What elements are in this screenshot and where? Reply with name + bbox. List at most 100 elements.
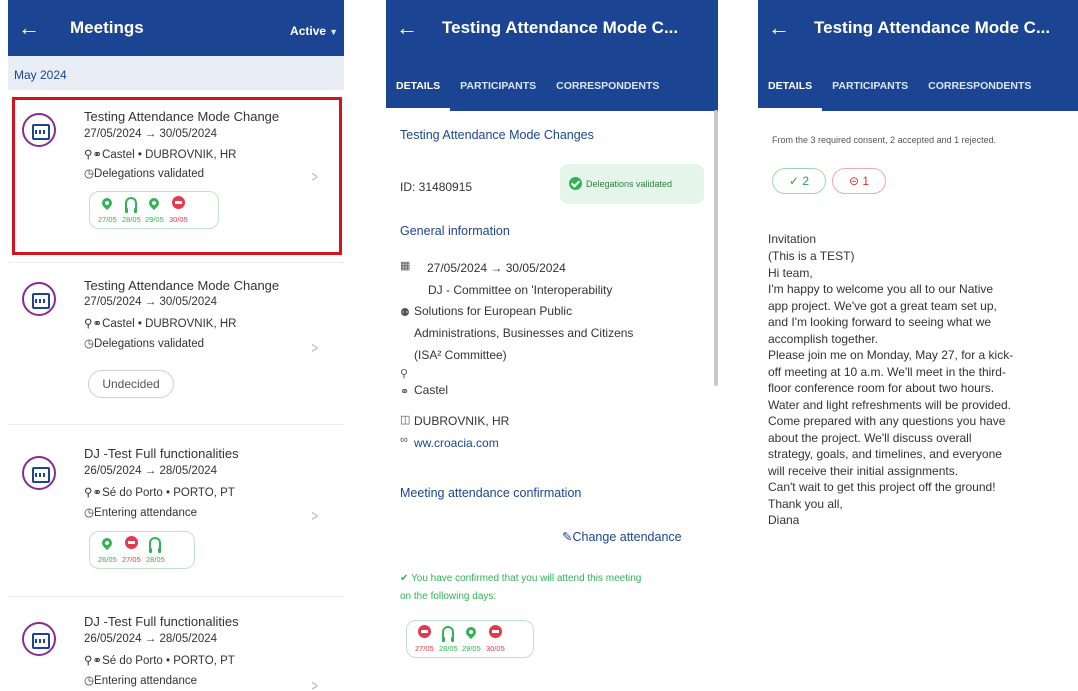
attendance-heading: Meeting attendance confirmation xyxy=(400,486,582,500)
headphones-icon: ⚭ xyxy=(400,386,410,398)
meeting-dates: 26/05/2024 → 28/05/2024 xyxy=(84,633,218,645)
meeting-location: ⚲⚭Castel • DUBROVNIK, HR xyxy=(84,318,237,330)
status-badge: Delegations validated xyxy=(560,164,704,204)
meeting-location: ⚲⚭Sé do Porto • PORTO, PT xyxy=(84,655,235,667)
calendar-icon xyxy=(22,456,56,490)
day-headphones-icon xyxy=(439,625,457,642)
chevron-right-icon: > xyxy=(311,678,318,691)
chevron-right-icon: > xyxy=(311,508,318,525)
attendance-days: 26/05 27/05 28/05 xyxy=(89,531,195,569)
meeting-title: Testing Attendance Mode Changes xyxy=(400,128,594,142)
invitation-line: Water and light refreshments will be pro… xyxy=(768,397,1011,412)
invitation-line: Thank you all, xyxy=(768,496,843,511)
tab-bar: DETAILS PARTICIPANTS CORRESPONDENTS xyxy=(386,55,718,111)
meeting-details-screen: ← Testing Attendance Mode C... DETAILS P… xyxy=(386,0,718,691)
meeting-status: ◷Delegations validated xyxy=(84,338,205,350)
day-pin-icon xyxy=(462,624,480,640)
day-no-icon xyxy=(486,625,504,638)
chevron-right-icon: > xyxy=(311,340,318,357)
invitation-line: Can't wait to get this project off the g… xyxy=(768,480,996,494)
confirmation-text: ✔ You have confirmed that you will atten… xyxy=(400,573,642,584)
clock-icon: ◷ xyxy=(84,338,95,350)
invitation-line: I'm happy to welcome you all to our Nati… xyxy=(768,282,994,296)
day-no-icon xyxy=(122,536,140,549)
day-label: 30/05 xyxy=(486,644,505,653)
invitation-line: accomplish together. xyxy=(768,331,879,346)
tab-correspondents[interactable]: CORRESPONDENTS xyxy=(546,80,669,111)
meeting-invitation-screen: ← Testing Attendance Mode C... DETAILS P… xyxy=(758,0,1078,691)
invitation-line: about the project. We'll discuss overall xyxy=(768,430,972,445)
check-circle-icon: ✔ xyxy=(400,573,409,584)
meeting-title: Testing Attendance Mode Change xyxy=(84,278,280,293)
day-pin-icon xyxy=(98,535,116,551)
people-icon: ⚉ xyxy=(400,307,410,319)
tab-participants[interactable]: PARTICIPANTS xyxy=(450,80,546,111)
meeting-card[interactable]: Testing Attendance Mode Change 27/05/202… xyxy=(8,268,344,418)
meeting-status: ◷Entering attendance xyxy=(84,675,197,687)
clock-icon: ◷ xyxy=(84,507,95,519)
details-header: ← Testing Attendance Mode C... xyxy=(386,0,718,56)
website-link[interactable]: ww.croacia.com xyxy=(414,436,499,450)
link-icon: ∞ xyxy=(400,434,408,446)
page-title: Testing Attendance Mode C... xyxy=(814,18,1051,37)
invitation-line: will receive their initial assignments. xyxy=(768,463,959,478)
back-arrow-icon[interactable]: ← xyxy=(764,15,794,41)
edit-icon: ✎ xyxy=(562,530,573,544)
divider xyxy=(8,262,344,263)
committee-line: Solutions for European Public xyxy=(414,304,573,318)
clock-icon: ◷ xyxy=(84,675,95,687)
meeting-dates: 27/05/2024 → 30/05/2024 xyxy=(427,261,566,275)
tab-details[interactable]: DETAILS xyxy=(386,80,451,111)
back-arrow-icon[interactable]: ← xyxy=(392,15,422,41)
invitation-line: off meeting at 10 a.m. We'll meet in the… xyxy=(768,364,1006,379)
meetings-header: ← Meetings Active ▼ xyxy=(8,0,344,56)
invitation-line: Come prepared with any questions you hav… xyxy=(768,414,1006,428)
location-hybrid-icon: ⚲⚭ xyxy=(84,655,103,667)
scrollbar[interactable] xyxy=(714,110,718,386)
invitation-line: Diana xyxy=(768,513,800,527)
day-label: 28/05 xyxy=(146,555,165,564)
page-title: Testing Attendance Mode C... xyxy=(442,18,679,37)
invitation-line: (This is a TEST) xyxy=(768,249,855,263)
page-title: Meetings xyxy=(70,18,144,37)
tab-participants[interactable]: PARTICIPANTS xyxy=(822,80,918,111)
committee-line: Administrations, Businesses and Citizens xyxy=(414,326,634,340)
invitation-line: Hi team, xyxy=(768,265,813,280)
day-headphones-icon xyxy=(146,536,164,553)
invitation-line: and I'm looking forward to seeing what w… xyxy=(768,315,992,329)
day-label: 28/05 xyxy=(439,644,458,653)
map-icon: ◫ xyxy=(400,414,411,426)
consent-summary: From the 3 required consent, 2 accepted … xyxy=(772,135,997,145)
meeting-title: DJ -Test Full functionalities xyxy=(84,614,239,629)
location-hybrid-icon: ⚲⚭ xyxy=(84,487,103,499)
status-filter-dropdown[interactable]: Active ▼ xyxy=(290,24,338,38)
chevron-down-icon: ▼ xyxy=(329,27,338,37)
details-header: ← Testing Attendance Mode C... xyxy=(758,0,1078,56)
change-attendance-button[interactable]: ✎Change attendance xyxy=(562,529,682,544)
meeting-id: ID: 31480915 xyxy=(400,180,473,194)
back-arrow-icon[interactable]: ← xyxy=(14,15,44,41)
divider xyxy=(8,424,344,425)
day-label: 27/05 xyxy=(122,555,141,564)
day-label: 27/05 xyxy=(415,644,434,653)
confirmation-text: on the following days: xyxy=(400,591,497,602)
rejected-badge: ⊝ 1 xyxy=(832,168,886,194)
accepted-badge: ✓ 2 xyxy=(772,168,826,194)
meeting-card[interactable]: DJ -Test Full functionalities 26/05/2024… xyxy=(8,606,344,691)
meeting-card[interactable]: DJ -Test Full functionalities 26/05/2024… xyxy=(8,440,344,590)
calendar-icon: ▦ xyxy=(400,260,411,272)
divider xyxy=(8,596,344,597)
meeting-title: DJ -Test Full functionalities xyxy=(84,446,239,461)
meeting-dates: 27/05/2024 → 30/05/2024 xyxy=(84,296,218,308)
day-label: 26/05 xyxy=(98,555,117,564)
calendar-icon xyxy=(22,622,56,656)
invitation-line: app project. We've got a great team set … xyxy=(768,298,997,313)
tab-details[interactable]: DETAILS xyxy=(758,80,823,111)
tab-correspondents[interactable]: CORRESPONDENTS xyxy=(918,80,1041,111)
meeting-location: ⚲⚭Sé do Porto • PORTO, PT xyxy=(84,487,235,499)
committee-line: (ISA² Committee) xyxy=(414,348,507,362)
calendar-icon xyxy=(22,282,56,316)
city: DUBROVNIK, HR xyxy=(414,414,510,428)
day-no-icon xyxy=(415,625,433,638)
location-pin-icon: ⚲ xyxy=(400,368,409,380)
